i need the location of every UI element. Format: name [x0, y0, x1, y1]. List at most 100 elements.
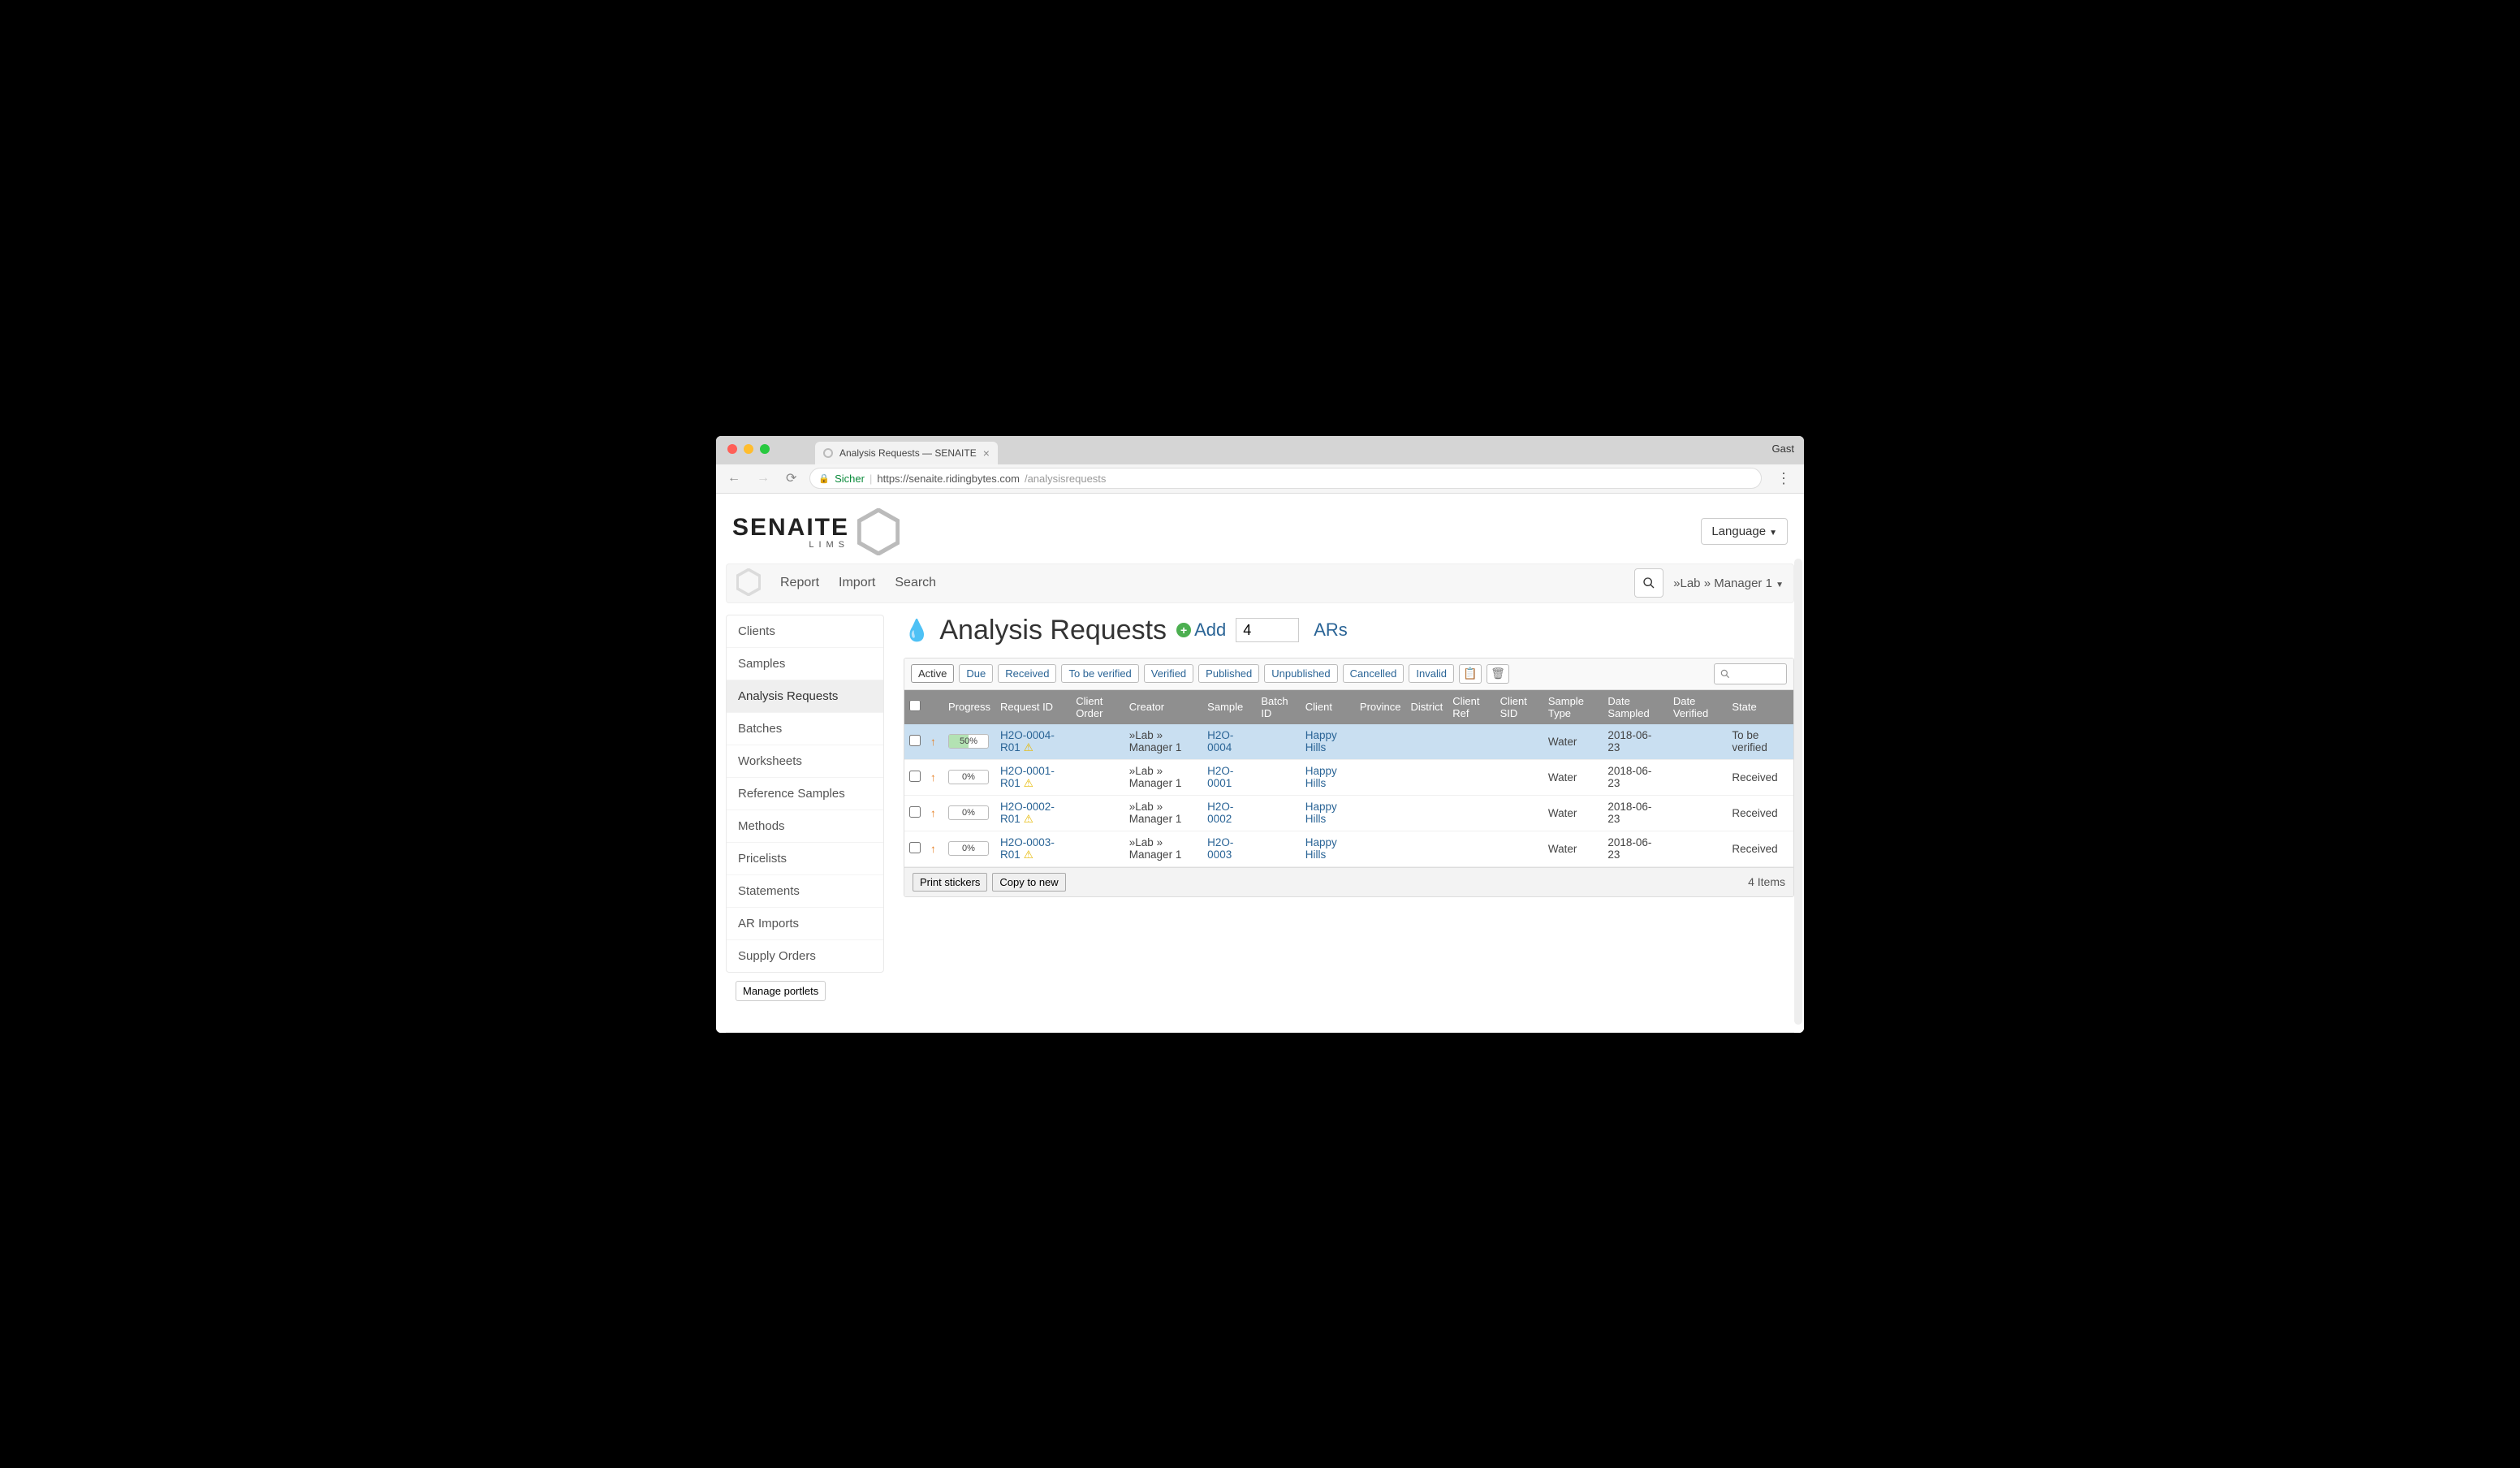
sidebar-item[interactable]: Batches	[727, 713, 883, 745]
manage-portlets-button[interactable]: Manage portlets	[736, 981, 826, 1001]
row-checkbox[interactable]	[909, 842, 921, 853]
column-header[interactable]: Progress	[943, 690, 995, 724]
column-header[interactable]	[904, 690, 926, 724]
clipboard-icon[interactable]: 📋	[1459, 664, 1482, 684]
date-sampled-cell: 2018-06-23	[1603, 795, 1668, 831]
filter-chip[interactable]: Invalid	[1409, 664, 1454, 683]
column-header[interactable]: Sample	[1202, 690, 1256, 724]
add-button[interactable]: + Add	[1176, 620, 1226, 641]
column-header[interactable]: Request ID	[995, 690, 1071, 724]
column-header[interactable]: Client Ref	[1448, 690, 1495, 724]
table-row[interactable]: ↑50%H2O-0004-R01⚠»Lab » Manager 1H2O-000…	[904, 724, 1793, 760]
back-icon[interactable]: ←	[724, 471, 744, 486]
row-checkbox[interactable]	[909, 771, 921, 782]
column-header[interactable]: District	[1406, 690, 1448, 724]
ars-link[interactable]: ARs	[1314, 620, 1348, 641]
priority-icon: ↑	[930, 736, 936, 748]
column-header[interactable]: Creator	[1124, 690, 1202, 724]
hexagon-icon[interactable]	[736, 568, 761, 598]
search-button[interactable]	[1634, 568, 1663, 598]
filter-chip[interactable]: Received	[998, 664, 1056, 683]
analysis-requests-table: ProgressRequest IDClient OrderCreatorSam…	[904, 690, 1793, 867]
sidebar-item[interactable]: Pricelists	[727, 843, 883, 875]
filter-chip[interactable]: To be verified	[1061, 664, 1138, 683]
column-header[interactable]	[926, 690, 943, 724]
scrollbar-vertical[interactable]	[1794, 559, 1802, 1025]
sample-link[interactable]: H2O-0002	[1207, 801, 1233, 825]
nav-import[interactable]: Import	[839, 576, 875, 590]
filter-chip[interactable]: Due	[959, 664, 993, 683]
column-header[interactable]: State	[1727, 690, 1793, 724]
window-zoom[interactable]	[760, 444, 770, 454]
sample-link[interactable]: H2O-0003	[1207, 836, 1233, 861]
language-dropdown[interactable]: Language▼	[1701, 518, 1788, 545]
browser-profile[interactable]: Gast	[1772, 443, 1794, 455]
column-header[interactable]: Client Order	[1071, 690, 1124, 724]
tab-favicon	[823, 448, 833, 458]
tab-close-icon[interactable]: ×	[983, 447, 990, 460]
sample-link[interactable]: H2O-0004	[1207, 729, 1233, 753]
row-checkbox[interactable]	[909, 735, 921, 746]
address-bar[interactable]: 🔒 Sicher | https://senaite.ridingbytes.c…	[809, 468, 1762, 489]
client-link[interactable]: Happy Hills	[1305, 729, 1337, 753]
print-stickers-button[interactable]: Print stickers	[913, 873, 987, 892]
column-header[interactable]: Client SID	[1495, 690, 1543, 724]
sidebar-item[interactable]: Worksheets	[727, 745, 883, 778]
client-link[interactable]: Happy Hills	[1305, 765, 1337, 789]
sidebar-item[interactable]: Reference Samples	[727, 778, 883, 810]
progress-bar: 0%	[948, 841, 989, 856]
main-navbar: Report Import Search »Lab » Manager 1 ▼	[726, 563, 1794, 603]
table-row[interactable]: ↑0%H2O-0001-R01⚠»Lab » Manager 1H2O-0001…	[904, 759, 1793, 795]
window-minimize[interactable]	[744, 444, 753, 454]
column-header[interactable]: Date Sampled	[1603, 690, 1668, 724]
filter-chip[interactable]: Unpublished	[1264, 664, 1337, 683]
filter-chip[interactable]: Cancelled	[1343, 664, 1405, 683]
table-footer: Print stickers Copy to new 4 Items	[904, 867, 1793, 896]
window-close[interactable]	[727, 444, 737, 454]
sidebar-item[interactable]: Methods	[727, 810, 883, 843]
column-header[interactable]: Province	[1355, 690, 1406, 724]
browser-tabbar: Analysis Requests — SENAITE × Gast	[716, 436, 1804, 464]
select-all-checkbox[interactable]	[909, 700, 921, 711]
browser-menu-icon[interactable]: ⋮	[1771, 470, 1796, 487]
priority-icon: ↑	[930, 843, 936, 855]
sample-type-cell: Water	[1543, 795, 1603, 831]
table-search-input[interactable]	[1714, 663, 1787, 684]
client-link[interactable]: Happy Hills	[1305, 801, 1337, 825]
hexagon-icon	[857, 508, 900, 555]
reload-icon[interactable]: ⟳	[783, 470, 800, 486]
sidebar-item[interactable]: Samples	[727, 648, 883, 680]
app-logo[interactable]: SENAITE LIMS	[732, 508, 900, 555]
sidebar-item[interactable]: Analysis Requests	[727, 680, 883, 713]
sidebar-item[interactable]: AR Imports	[727, 908, 883, 940]
add-count-input[interactable]	[1236, 618, 1299, 642]
nav-report[interactable]: Report	[780, 576, 819, 590]
user-dropdown[interactable]: »Lab » Manager 1 ▼	[1673, 576, 1784, 590]
filter-chip[interactable]: Published	[1198, 664, 1259, 683]
sample-type-cell: Water	[1543, 724, 1603, 760]
warning-icon: ⚠	[1024, 777, 1033, 789]
state-cell: Received	[1727, 795, 1793, 831]
column-header[interactable]: Date Verified	[1668, 690, 1728, 724]
filter-chip[interactable]: Verified	[1144, 664, 1193, 683]
browser-tab[interactable]: Analysis Requests — SENAITE ×	[815, 442, 998, 464]
trash-icon[interactable]: 🗑	[1487, 664, 1509, 684]
filter-row: Active Due Received To be verified Verified P…	[904, 658, 1793, 690]
column-header[interactable]: Client	[1301, 690, 1355, 724]
table-row[interactable]: ↑0%H2O-0002-R01⚠»Lab » Manager 1H2O-0002…	[904, 795, 1793, 831]
sidebar-item[interactable]: Supply Orders	[727, 940, 883, 972]
table-row[interactable]: ↑0%H2O-0003-R01⚠»Lab » Manager 1H2O-0003…	[904, 831, 1793, 866]
sidebar-item[interactable]: Clients	[727, 615, 883, 648]
column-header[interactable]: Batch ID	[1256, 690, 1300, 724]
nav-search[interactable]: Search	[895, 576, 936, 590]
row-checkbox[interactable]	[909, 806, 921, 818]
state-cell: Received	[1727, 759, 1793, 795]
filter-chip[interactable]: Active	[911, 664, 954, 683]
secure-label: Sicher	[835, 473, 865, 485]
copy-to-new-button[interactable]: Copy to new	[992, 873, 1065, 892]
logo-text: SENAITE	[732, 514, 849, 541]
column-header[interactable]: Sample Type	[1543, 690, 1603, 724]
sidebar-item[interactable]: Statements	[727, 875, 883, 908]
sample-link[interactable]: H2O-0001	[1207, 765, 1233, 789]
client-link[interactable]: Happy Hills	[1305, 836, 1337, 861]
